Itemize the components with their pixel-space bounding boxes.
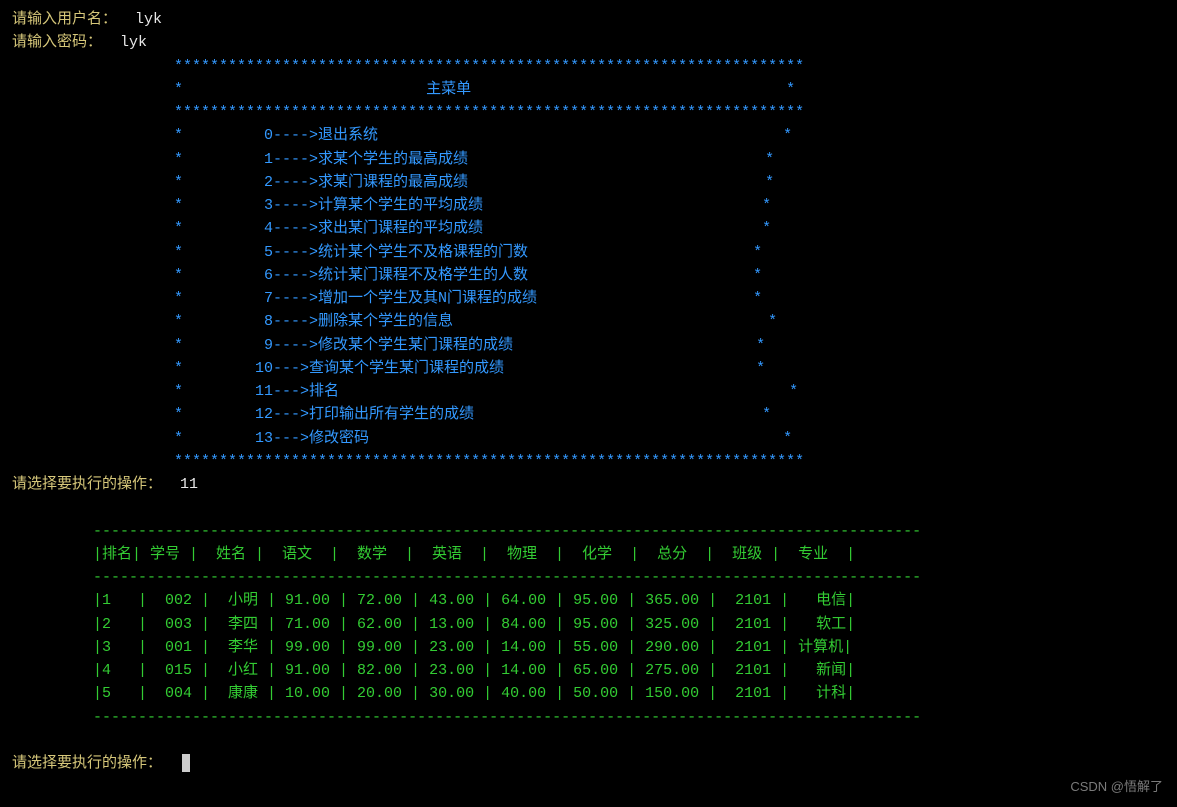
blank-line: [12, 496, 1165, 519]
cursor-icon: [182, 754, 190, 772]
password-value: lyk: [120, 34, 147, 51]
action-value: 11: [180, 476, 198, 493]
login-username-line: 请输入用户名： lyk: [12, 8, 1165, 31]
action-prompt-2: 请选择要执行的操作：: [12, 755, 162, 772]
password-prompt: 请输入密码：: [12, 34, 102, 51]
action-prompt-line-1: 请选择要执行的操作： 11: [12, 473, 1165, 496]
action-prompt-1: 请选择要执行的操作：: [12, 476, 162, 493]
main-menu: ****************************************…: [12, 55, 1165, 474]
action-prompt-line-2[interactable]: 请选择要执行的操作：: [12, 752, 1165, 775]
blank-line-2: [12, 729, 1165, 752]
login-password-line: 请输入密码： lyk: [12, 31, 1165, 54]
watermark: CSDN @悟解了: [1070, 777, 1163, 797]
username-prompt: 请输入用户名：: [12, 11, 117, 28]
ranking-table: ----------------------------------------…: [12, 520, 1165, 729]
username-value: lyk: [135, 11, 162, 28]
